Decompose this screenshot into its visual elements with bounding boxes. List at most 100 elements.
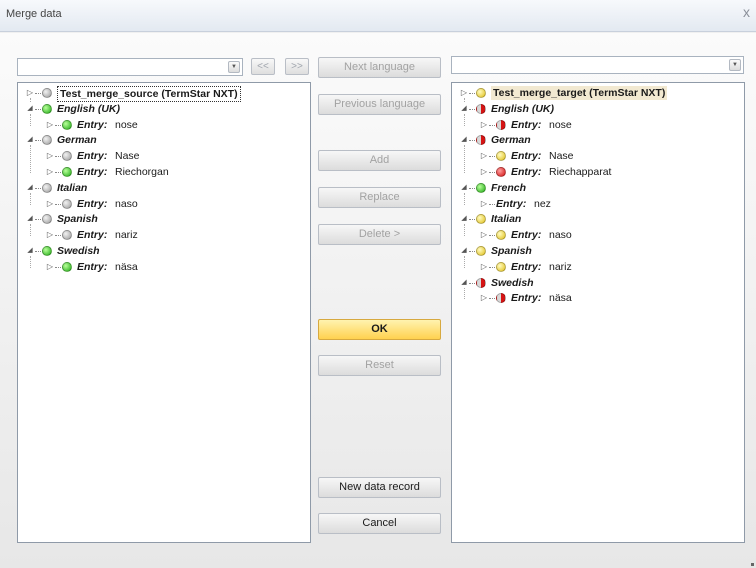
- expand-arrow-icon[interactable]: ▷: [46, 118, 54, 132]
- entry-key-label: Entry:: [77, 118, 108, 131]
- replace-button[interactable]: Replace: [318, 187, 441, 208]
- expand-arrow-icon[interactable]: ▷: [46, 260, 54, 274]
- language-label: English (UK): [491, 102, 554, 115]
- status-yellow-icon: [476, 214, 486, 225]
- tree-connector: [469, 251, 475, 252]
- tree-connector: [55, 124, 61, 126]
- language-label: Italian: [491, 213, 522, 226]
- expand-arrow-icon[interactable]: ▷: [480, 260, 488, 274]
- source-tree-panel[interactable]: ▷ Test_merge_source (TermStar NXT) ◢ Englis…: [17, 82, 311, 543]
- chevron-down-icon[interactable]: ▼: [228, 61, 240, 73]
- cancel-button[interactable]: Cancel: [318, 513, 441, 534]
- next-record-button[interactable]: >>: [285, 58, 309, 75]
- language-label: French: [491, 181, 527, 194]
- tree-connector: [55, 266, 61, 268]
- status-halfred-icon: [496, 293, 506, 304]
- status-grey-icon: [62, 151, 72, 162]
- tree-guide-line: [30, 224, 31, 237]
- next-language-button[interactable]: Next language: [318, 57, 441, 78]
- tree-guide-line: [30, 113, 31, 126]
- status-halfred-icon: [476, 135, 486, 146]
- language-label: Swedish: [491, 276, 534, 289]
- entry-key-label: Entry:: [77, 150, 108, 163]
- status-grey-icon: [62, 230, 72, 241]
- reset-button[interactable]: Reset: [318, 355, 441, 376]
- tree-connector: [35, 251, 41, 252]
- tree-connector: [489, 156, 495, 158]
- tree-connector: [489, 298, 495, 300]
- expand-arrow-icon[interactable]: ▷: [480, 149, 488, 163]
- tree-connector: [489, 266, 495, 268]
- tree-guide-line: [464, 113, 465, 126]
- tree-connector: [35, 140, 41, 142]
- expand-arrow-icon[interactable]: ▷: [480, 165, 488, 179]
- status-yellow-icon: [496, 230, 506, 241]
- new-data-record-button[interactable]: New data record: [318, 477, 441, 498]
- tree-connector: [35, 93, 41, 94]
- entry-key-label: Entry:: [77, 166, 108, 178]
- tree-connector: [469, 140, 475, 142]
- entry-key-label: Entry:: [511, 229, 542, 242]
- previous-record-button[interactable]: <<: [251, 58, 275, 75]
- window-title: Merge data: [6, 8, 62, 20]
- delete-button[interactable]: Delete >: [318, 224, 441, 245]
- entry-value: nariz: [115, 229, 138, 242]
- entry-key-label: Entry:: [77, 197, 108, 210]
- entry-key-label: Entry:: [511, 166, 542, 178]
- entry-value: näsa: [549, 292, 572, 305]
- tree-connector: [35, 108, 41, 110]
- expand-arrow-icon[interactable]: ▷: [46, 165, 54, 179]
- status-grey-icon: [42, 214, 52, 225]
- tree-connector: [35, 219, 41, 221]
- target-database-combo[interactable]: ▼: [451, 56, 744, 74]
- tree-connector: [489, 203, 495, 205]
- status-green-icon: [42, 103, 52, 114]
- tree-connector: [55, 203, 61, 205]
- status-grey-icon: [42, 88, 52, 98]
- previous-language-button[interactable]: Previous language: [318, 94, 441, 115]
- language-label: Italian: [57, 181, 88, 194]
- expand-arrow-icon[interactable]: ▷: [46, 149, 54, 163]
- entry-key-label: Entry:: [511, 292, 542, 305]
- entry-value: nose: [549, 118, 572, 131]
- entry-value: nose: [115, 118, 138, 131]
- entry-value: naso: [115, 197, 138, 210]
- entry-value: nez: [534, 197, 551, 210]
- tree-guide-line: [30, 145, 31, 173]
- tree-connector: [469, 108, 475, 110]
- expand-arrow-icon[interactable]: ▷: [46, 197, 54, 211]
- tree-guide-line: [464, 145, 465, 173]
- status-halfred-icon: [496, 119, 506, 130]
- language-label: Swedish: [57, 245, 100, 257]
- ok-button[interactable]: OK: [318, 319, 441, 340]
- entry-key-label: Entry:: [77, 260, 108, 273]
- status-grey-icon: [42, 182, 52, 193]
- tree-guide-line: [30, 256, 31, 268]
- add-button[interactable]: Add: [318, 150, 441, 171]
- language-label: Spanish: [57, 213, 98, 226]
- chevron-down-icon[interactable]: ▼: [729, 59, 741, 71]
- entry-key-label: Entry:: [511, 150, 542, 163]
- tree-connector: [469, 219, 475, 221]
- status-yellow-icon: [496, 261, 506, 272]
- close-icon[interactable]: x: [743, 4, 750, 20]
- entry-value: Riechorgan: [115, 166, 169, 178]
- expand-arrow-icon[interactable]: ▷: [480, 118, 488, 132]
- source-database-combo[interactable]: ▼: [17, 58, 243, 76]
- entry-key-label: Entry:: [77, 229, 108, 242]
- expand-arrow-icon[interactable]: ▷: [480, 197, 488, 211]
- status-red-icon: [496, 167, 506, 177]
- entry-key-label: Entry:: [496, 197, 527, 210]
- status-grey-icon: [42, 135, 52, 146]
- tree-guide-line: [464, 192, 465, 205]
- tree-guide-line: [464, 98, 465, 102]
- entry-value: nariz: [549, 260, 572, 273]
- expand-arrow-icon[interactable]: ▷: [480, 291, 488, 305]
- entry-value: Nase: [115, 150, 140, 163]
- expand-arrow-icon[interactable]: ▷: [46, 228, 54, 242]
- target-tree-panel[interactable]: ▷ Test_merge_target (TermStar NXT) ◢ Englis…: [451, 82, 745, 543]
- expand-arrow-icon[interactable]: ▷: [480, 228, 488, 242]
- resize-grip[interactable]: [751, 563, 754, 566]
- tree-connector: [489, 172, 495, 173]
- status-green-icon: [62, 119, 72, 130]
